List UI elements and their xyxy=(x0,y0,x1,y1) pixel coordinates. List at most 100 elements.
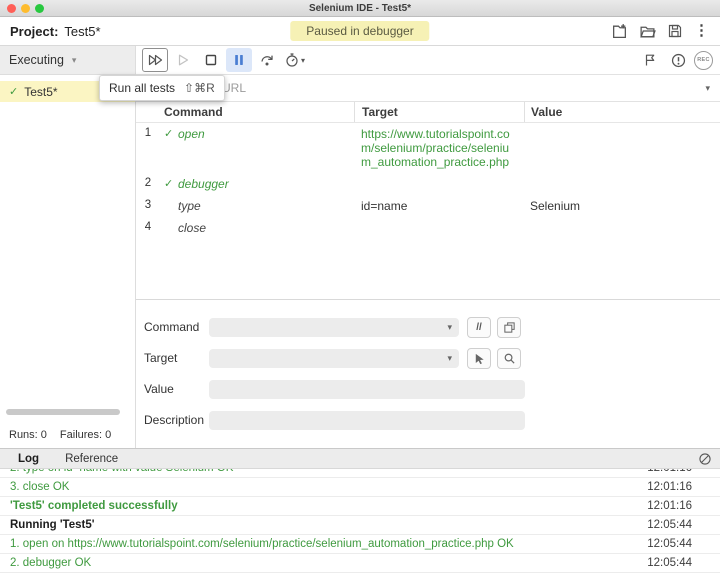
log-entry: 2. debugger OK 12:05:44 xyxy=(0,554,720,573)
tab-reference[interactable]: Reference xyxy=(65,453,118,465)
exclamation-circle-icon xyxy=(670,52,687,69)
run-all-icon xyxy=(147,52,164,68)
value-input[interactable] xyxy=(209,379,525,399)
step-over-button[interactable] xyxy=(254,48,280,72)
url-dropdown-caret-icon[interactable]: ▾ xyxy=(705,83,710,94)
playback-toolbar: ▾ REC xyxy=(136,46,720,75)
log-panel: Log Reference 2. type on id=name with va… xyxy=(0,448,720,573)
failures-count: Failures: 0 xyxy=(59,429,112,441)
step-edit-form: Command ▾ // Target ▾ Value Description xyxy=(136,300,720,448)
step-number: 4 xyxy=(144,221,152,233)
save-project-button[interactable] xyxy=(666,22,684,40)
runs-failures-status: Runs: 0 Failures: 0 xyxy=(0,422,135,448)
tab-log[interactable]: Log xyxy=(18,453,39,465)
steps-header-target: Target xyxy=(354,102,524,122)
stop-button[interactable] xyxy=(198,48,224,72)
log-entry-time: 12:05:44 xyxy=(647,538,692,550)
close-window-button[interactable] xyxy=(7,3,16,13)
editor-pane: ▾ REC URL ▾ Command Target Value 1 ✓ ope… xyxy=(136,46,720,448)
rec-icon: REC xyxy=(694,50,713,70)
pause-button[interactable] xyxy=(226,48,252,72)
log-entry: Running 'Test5' 12:05:44 xyxy=(0,516,720,535)
step-passed-check-icon: ✓ xyxy=(164,178,174,190)
command-select[interactable]: ▾ xyxy=(209,317,459,337)
window-title: Selenium IDE - Test5* xyxy=(308,2,412,14)
disable-breakpoints-button[interactable] xyxy=(637,48,663,72)
menu-button[interactable]: ⋮ xyxy=(693,23,710,39)
zoom-window-button[interactable] xyxy=(35,3,44,13)
log-entry-text: 'Test5' completed successfully xyxy=(10,500,178,512)
clear-log-icon xyxy=(698,452,712,466)
tests-view-dropdown[interactable]: Executing ▾ xyxy=(0,46,135,75)
tests-view-label: Executing xyxy=(9,53,64,67)
log-entry-text: 1. open on https://www.tutorialspoint.co… xyxy=(10,538,514,550)
record-button[interactable]: REC xyxy=(693,50,714,71)
step-check-placeholder xyxy=(164,221,175,235)
step-row[interactable]: 2 ✓ debugger xyxy=(136,173,720,195)
test-speed-control[interactable]: ▾ xyxy=(284,52,305,68)
open-folder-icon xyxy=(639,23,656,40)
log-entry: 2. type on id=name with value Selenium O… xyxy=(0,469,720,478)
select-target-in-page-button[interactable] xyxy=(467,347,491,369)
run-current-test-button[interactable] xyxy=(170,48,196,72)
step-command: close xyxy=(178,221,207,235)
step-command: open xyxy=(178,127,205,141)
step-over-icon xyxy=(259,52,275,68)
step-command: debugger xyxy=(178,177,229,191)
log-entry: 1. open on https://www.tutorialspoint.co… xyxy=(0,535,720,554)
test-passed-check-icon: ✓ xyxy=(9,86,19,98)
chevron-down-icon: ▾ xyxy=(447,352,452,363)
open-project-button[interactable] xyxy=(638,22,657,41)
tests-sidebar: Executing ▾ ✓ Test5* Runs: 0 Failures: 0 xyxy=(0,46,136,448)
log-entry-text: 2. type on id=name with value Selenium O… xyxy=(10,469,635,474)
minimize-window-button[interactable] xyxy=(21,3,30,13)
log-entry: 3. close OK 12:01:16 xyxy=(0,478,720,497)
step-row[interactable]: 1 ✓ open https://www.tutorialspoint.com/… xyxy=(136,123,720,173)
project-name: Test5* xyxy=(64,23,101,39)
step-row[interactable]: 3 type id=name Selenium xyxy=(136,195,720,217)
clear-log-button[interactable] xyxy=(698,452,712,466)
main-split: Executing ▾ ✓ Test5* Runs: 0 Failures: 0 xyxy=(0,46,720,448)
log-entry-time: 12:01:16 xyxy=(647,500,692,512)
pause-on-exceptions-button[interactable] xyxy=(665,48,691,72)
target-input[interactable]: ▾ xyxy=(209,348,459,368)
log-entry-time: 12:05:44 xyxy=(647,557,692,569)
step-target: id=name xyxy=(361,199,408,213)
breakpoint-flag-icon xyxy=(642,52,658,68)
runs-count: Runs: 0 xyxy=(9,429,47,441)
log-entry-text: 3. close OK xyxy=(10,481,70,493)
log-entry-text: Running 'Test5' xyxy=(10,519,95,531)
header-actions: ⋮ xyxy=(610,22,710,41)
step-check-placeholder xyxy=(164,199,175,213)
toggle-comment-button[interactable]: // xyxy=(467,316,491,338)
sidebar-horizontal-scrollbar[interactable] xyxy=(6,409,120,415)
project-label: Project: xyxy=(10,23,59,39)
new-project-button[interactable] xyxy=(610,22,629,41)
description-input[interactable] xyxy=(209,410,525,430)
log-list-inner: 2. type on id=name with value Selenium O… xyxy=(0,469,720,573)
window-controls xyxy=(7,3,44,13)
kebab-menu-icon: ⋮ xyxy=(694,22,709,39)
steps-table-header: Command Target Value xyxy=(136,102,720,123)
step-number: 1 xyxy=(144,127,152,139)
open-new-window-button[interactable] xyxy=(497,316,521,338)
selenium-ide-window: Selenium IDE - Test5* Project: Test5* Pa… xyxy=(0,0,720,573)
stopwatch-icon xyxy=(284,52,300,68)
log-list[interactable]: 2. type on id=name with value Selenium O… xyxy=(0,469,720,573)
find-target-button[interactable] xyxy=(497,347,521,369)
test-name: Test5* xyxy=(24,84,58,99)
run-all-tests-tooltip: Run all tests ⇧⌘R xyxy=(99,75,225,101)
step-target: https://www.tutorialspoint.com/selenium/… xyxy=(361,127,510,169)
comment-slashes-icon: // xyxy=(476,321,482,333)
step-passed-check-icon: ✓ xyxy=(164,128,174,140)
project-header: Project: Test5* Paused in debugger ⋮ xyxy=(0,17,720,46)
tooltip-shortcut: ⇧⌘R xyxy=(184,81,215,95)
search-icon xyxy=(503,352,516,365)
tooltip-label: Run all tests xyxy=(109,81,176,95)
log-entry-time: 12:05:44 xyxy=(647,519,692,531)
step-row[interactable]: 4 close xyxy=(136,217,720,239)
run-all-tests-button[interactable] xyxy=(142,48,168,72)
step-value: Selenium xyxy=(530,199,581,213)
steps-header-command: Command xyxy=(164,105,223,119)
command-field-label: Command xyxy=(144,320,200,334)
